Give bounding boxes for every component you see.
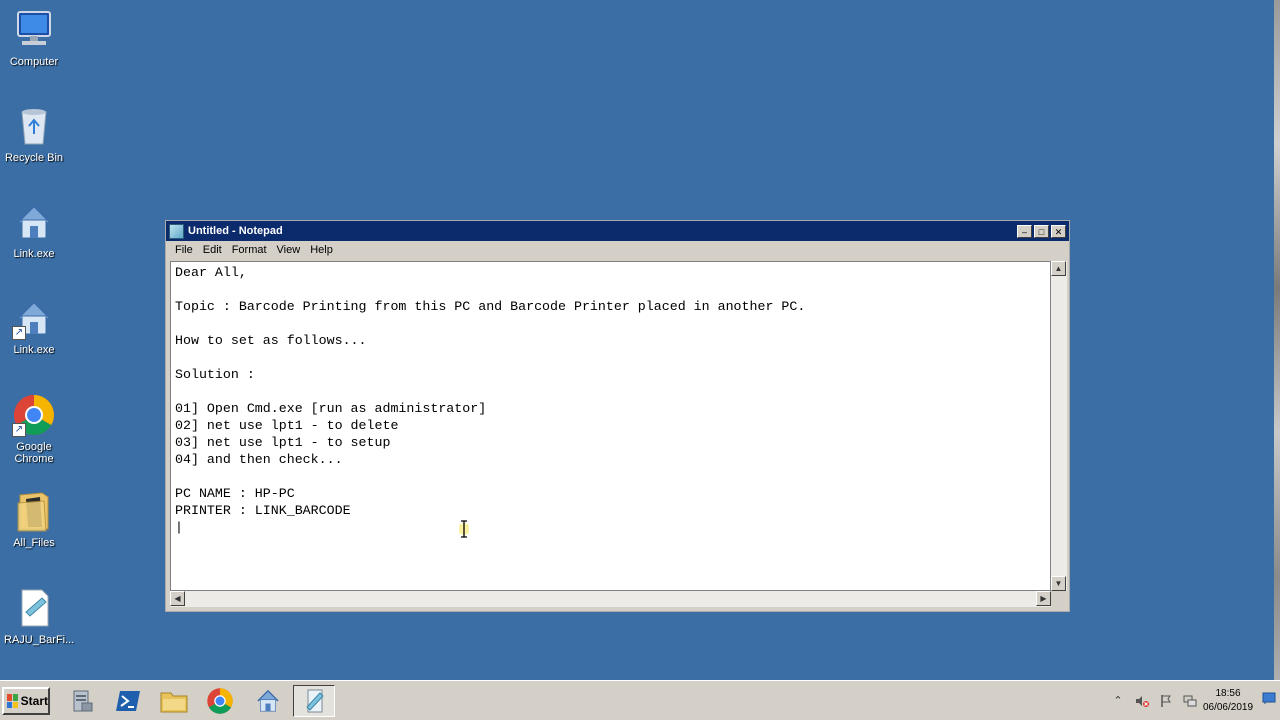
menu-edit[interactable]: Edit — [198, 244, 227, 256]
taskbar-link-app[interactable] — [247, 685, 289, 717]
start-label: Start — [20, 694, 48, 708]
taskbar-server-manager[interactable] — [61, 685, 103, 717]
folder-icon — [160, 692, 188, 713]
menu-view[interactable]: View — [272, 244, 306, 256]
close-button[interactable]: ✕ — [1051, 224, 1066, 238]
action-center-flag-icon[interactable] — [1159, 694, 1173, 708]
speaker-muted-icon[interactable] — [1135, 694, 1149, 708]
desktop-icon-recycle-bin[interactable]: Recycle Bin — [4, 104, 64, 164]
notepad-icon — [306, 689, 324, 713]
menu-bar: File Edit Format View Help — [166, 241, 1069, 259]
desktop-icon-label: Recycle Bin — [4, 152, 64, 164]
desktop-icon-google-chrome[interactable]: ↗ Google Chrome — [4, 393, 64, 465]
windows-logo-icon — [7, 694, 18, 708]
maximize-button[interactable]: □ — [1034, 224, 1049, 238]
clock-date: 06/06/2019 — [1202, 702, 1254, 713]
folder-icon — [12, 489, 56, 533]
taskbar-notepad[interactable] — [293, 685, 335, 717]
scroll-left-arrow-icon[interactable]: ◀ — [170, 591, 185, 606]
house-app-icon — [257, 689, 279, 712]
notepad-icon — [169, 223, 184, 239]
house-app-icon: ↗ — [12, 296, 56, 340]
scroll-right-arrow-icon[interactable]: ▶ — [1036, 591, 1051, 606]
shortcut-arrow-icon: ↗ — [12, 423, 26, 437]
taskbar-clock[interactable]: 18:56 06/06/2019 — [1196, 687, 1260, 715]
scroll-up-arrow-icon[interactable]: ▲ — [1051, 261, 1066, 276]
desktop-icon-all-files[interactable]: All_Files — [4, 489, 64, 549]
ibeam-cursor-icon — [458, 520, 470, 538]
taskbar: Start ⌃ 18:56 06/06/2019 — [0, 680, 1280, 720]
notepad-window[interactable]: Untitled - Notepad – □ ✕ File Edit Forma… — [165, 220, 1070, 612]
start-button[interactable]: Start — [2, 687, 50, 715]
window-title: Untitled - Notepad — [188, 225, 283, 237]
taskbar-chrome[interactable] — [199, 685, 241, 717]
desktop-icon-link-exe[interactable]: Link.exe — [4, 200, 64, 260]
document-text[interactable]: Dear All, Topic : Barcode Printing from … — [175, 264, 805, 536]
desktop-icon-label: RAJU_BarFi... — [4, 634, 75, 646]
horizontal-scrollbar[interactable]: ◀ ▶ — [170, 591, 1051, 607]
desktop-icon-label: Computer — [9, 56, 59, 68]
shortcut-arrow-icon: ↗ — [12, 326, 26, 340]
desktop-icon-label: Link.exe — [13, 248, 55, 260]
menu-file[interactable]: File — [170, 244, 198, 256]
desktop-icon-raju-barfile[interactable]: RAJU_BarFi... — [4, 586, 75, 646]
server-manager-icon — [73, 690, 93, 712]
document-icon — [12, 586, 56, 630]
chrome-icon — [207, 688, 233, 714]
chrome-icon: ↗ — [12, 393, 56, 437]
title-bar[interactable]: Untitled - Notepad – □ ✕ — [166, 221, 1069, 241]
computer-icon — [12, 8, 56, 52]
scroll-down-arrow-icon[interactable]: ▼ — [1051, 576, 1066, 591]
minimize-button[interactable]: – — [1017, 224, 1032, 238]
menu-format[interactable]: Format — [227, 244, 272, 256]
house-app-icon — [12, 200, 56, 244]
taskbar-powershell[interactable] — [107, 685, 149, 717]
show-hidden-icons-chevron-icon[interactable]: ⌃ — [1111, 694, 1125, 708]
clock-time: 18:56 — [1215, 688, 1241, 699]
vertical-scrollbar[interactable]: ▲ ▼ — [1051, 261, 1067, 591]
resize-grip[interactable] — [1051, 591, 1067, 607]
taskbar-file-explorer[interactable] — [153, 685, 195, 717]
desktop-icon-link-exe-shortcut[interactable]: ↗ Link.exe — [4, 296, 64, 356]
network-icon[interactable] — [1183, 694, 1197, 708]
notification-icon[interactable] — [1262, 691, 1276, 705]
desktop-icon-label: Link.exe — [13, 344, 55, 356]
menu-help[interactable]: Help — [305, 244, 338, 256]
powershell-icon — [116, 691, 140, 711]
desktop-icon-label: Google Chrome — [14, 441, 54, 465]
desktop-icon-computer[interactable]: Computer — [4, 8, 64, 68]
text-edit-area[interactable]: Dear All, Topic : Barcode Printing from … — [170, 261, 1051, 591]
screen-edge-artifact — [1274, 0, 1280, 720]
recycle-bin-icon — [12, 104, 56, 148]
desktop-icon-label: All_Files — [13, 537, 55, 549]
